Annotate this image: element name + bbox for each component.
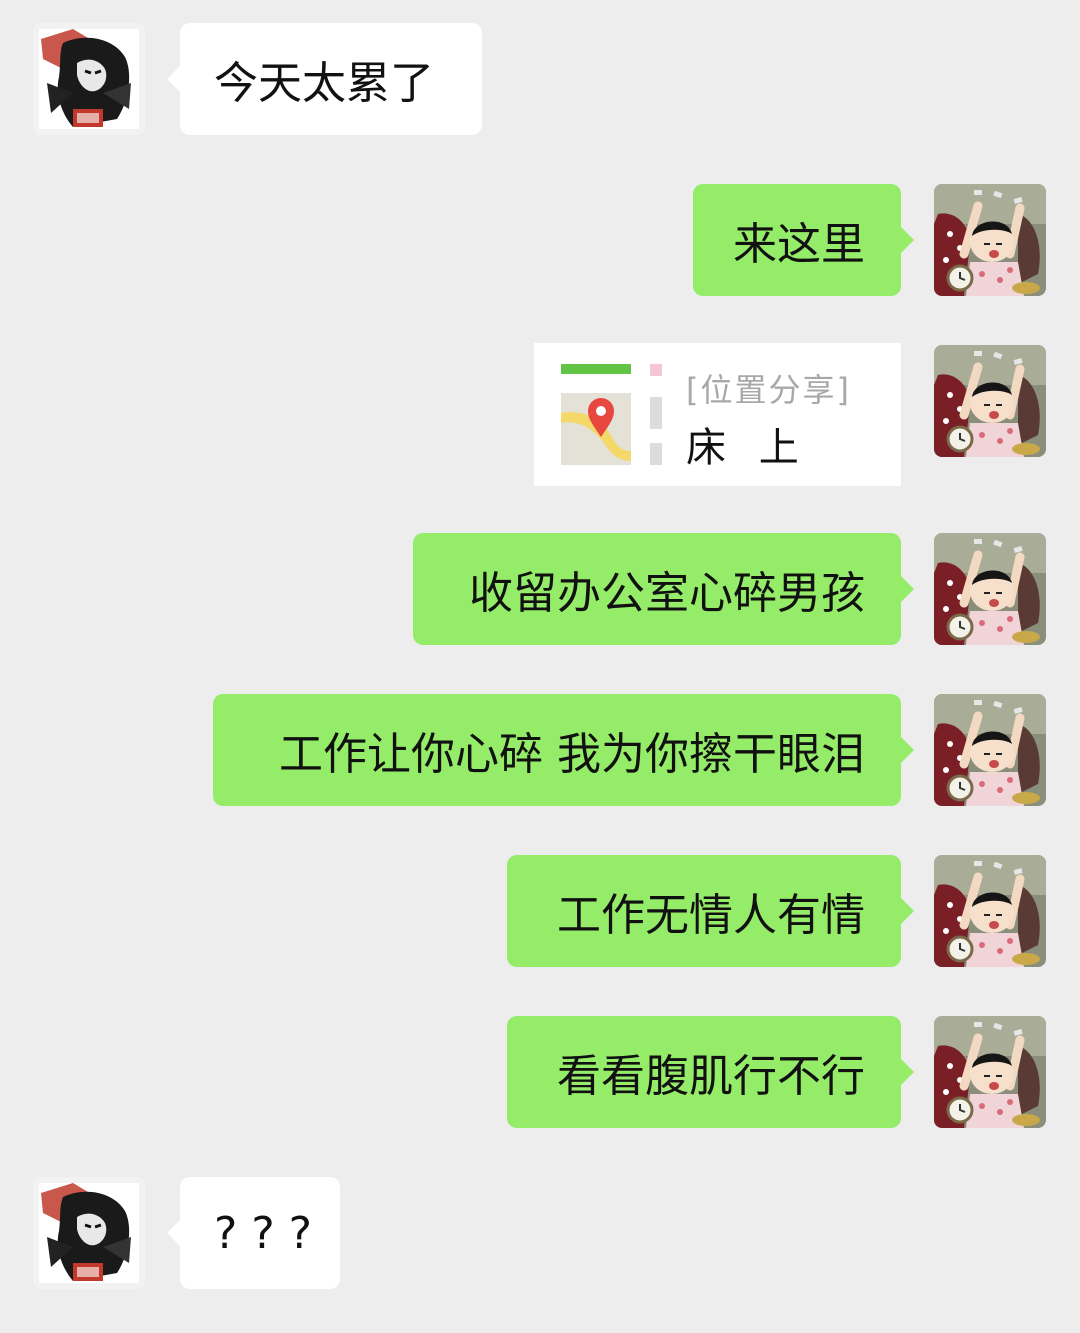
location-share-card[interactable]: [位置分享] 床 上: [534, 343, 901, 486]
message-bubble-incoming[interactable]: ? ? ?: [167, 1177, 340, 1289]
message-text: ? ? ?: [214, 1207, 313, 1259]
my-avatar-icon[interactable]: [934, 345, 1046, 457]
message-bubble-outgoing[interactable]: 来这里: [693, 184, 914, 296]
contact-avatar-icon[interactable]: [33, 1177, 145, 1289]
message-bubble-incoming[interactable]: 今天太累了: [167, 23, 482, 135]
my-avatar-icon[interactable]: [934, 184, 1046, 296]
location-place-name: 床 上: [686, 425, 809, 471]
message-bubble-outgoing[interactable]: 工作无情人有情: [507, 855, 914, 967]
message-text: 工作让你心碎 我为你擦干眼泪: [279, 729, 865, 780]
my-avatar-icon[interactable]: [934, 694, 1046, 806]
message-text: 今天太累了: [214, 58, 434, 109]
my-avatar-icon[interactable]: [934, 855, 1046, 967]
message-text: 来这里: [733, 219, 865, 270]
message-bubble-outgoing[interactable]: 工作让你心碎 我为你擦干眼泪: [213, 694, 914, 806]
contact-avatar-icon[interactable]: [33, 23, 145, 135]
map-pin-icon: [558, 361, 668, 469]
message-text: 收留办公室心碎男孩: [469, 568, 865, 619]
message-bubble-outgoing[interactable]: 看看腹肌行不行: [507, 1016, 914, 1128]
my-avatar-icon[interactable]: [934, 1016, 1046, 1128]
my-avatar-icon[interactable]: [934, 533, 1046, 645]
message-bubble-outgoing[interactable]: 收留办公室心碎男孩: [413, 533, 914, 645]
location-share-tag: [位置分享]: [686, 371, 851, 409]
message-text: 工作无情人有情: [557, 890, 865, 941]
message-text: 看看腹肌行不行: [557, 1051, 865, 1102]
